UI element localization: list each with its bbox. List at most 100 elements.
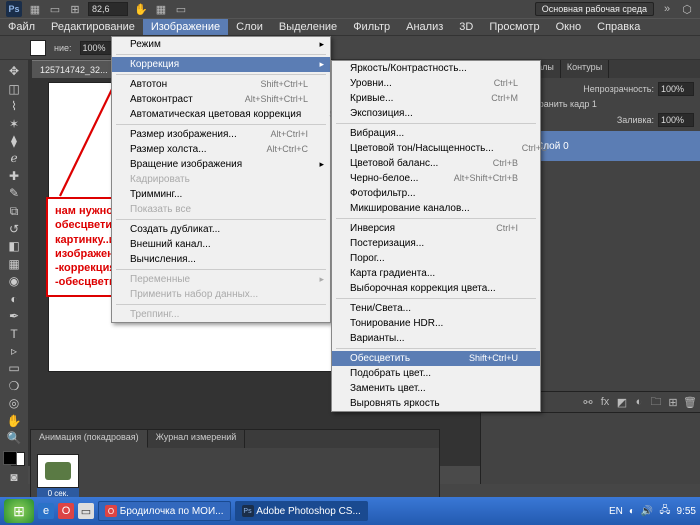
menu-auto-color[interactable]: Автоматическая цветовая коррекцияShift+C… [112,107,330,122]
menu-adjustments[interactable]: Коррекция▸ [112,57,330,72]
adj-hdr-toning[interactable]: Тонирование HDR... [332,316,540,331]
zoom-tool-icon[interactable]: 🔍 [4,431,24,445]
adj-color-balance[interactable]: Цветовой баланс...Ctrl+B [332,156,540,171]
marquee-tool-icon[interactable]: ◫ [4,81,24,95]
quickmask-icon[interactable]: ◙ [4,469,24,483]
menu-variables[interactable]: Переменные▸ [112,272,330,287]
adj-posterize[interactable]: Постеризация... [332,236,540,251]
arrange-icon[interactable]: ▦ [154,2,168,16]
fg-swatch[interactable] [30,40,46,56]
wand-tool-icon[interactable]: ✶ [4,116,24,130]
hand-icon[interactable]: ✋ [134,2,148,16]
cslive-icon[interactable]: ⬡ [680,2,694,16]
dodge-tool-icon[interactable]: ◐ [4,291,24,305]
adj-invert[interactable]: ИнверсияCtrl+I [332,221,540,236]
menu-calculations[interactable]: Вычисления... [112,252,330,267]
menu-help[interactable]: Справка [589,19,648,35]
tray-volume-icon[interactable]: 🔊 [641,506,653,517]
menu-window[interactable]: Окно [548,19,590,35]
language-indicator[interactable]: EN [609,506,623,517]
menu-trim[interactable]: Тримминг... [112,187,330,202]
adj-shadows-highlights[interactable]: Тени/Света... [332,301,540,316]
hand-tool-icon[interactable]: ✋ [4,414,24,428]
adj-equalize[interactable]: Выровнять яркость [332,396,540,411]
adj-hue[interactable]: Цветовой тон/Насыщенность...Ctrl+U [332,141,540,156]
eraser-tool-icon[interactable]: ◧ [4,239,24,253]
link-layers-icon[interactable]: ⚯ [581,395,595,409]
animation-frame[interactable]: 0 сек. [37,454,79,499]
adj-replace-color[interactable]: Заменить цвет... [332,381,540,396]
clock[interactable]: 9:55 [677,506,696,517]
adj-threshold[interactable]: Порог... [332,251,540,266]
layer-opacity-field[interactable]: 100% [658,82,694,96]
menu-duplicate[interactable]: Создать дубликат... [112,222,330,237]
taskbar-button-opera[interactable]: O Бродилочка по МОИ... [98,501,231,521]
menu-view[interactable]: Просмотр [481,19,547,35]
adj-photo-filter[interactable]: Фотофильтр... [332,186,540,201]
taskbar-button-photoshop[interactable]: Ps Adobe Photoshop CS... [235,501,368,521]
layer-fill-field[interactable]: 100% [658,113,694,127]
tray-icon[interactable]: ◐ [629,506,635,517]
quick-launch-icon-2[interactable]: ▭ [78,503,94,519]
tray-network-icon[interactable]: 🖧 [659,503,670,520]
document-tab[interactable]: 125714742_32... [32,60,116,78]
adj-channel-mixer[interactable]: Микширование каналов... [332,201,540,216]
adj-gradient-map[interactable]: Карта градиента... [332,266,540,281]
paths-panel-tab[interactable]: Контуры [561,60,609,78]
adj-variations[interactable]: Варианты... [332,331,540,346]
menu-reveal-all[interactable]: Показать все [112,202,330,217]
menu-select[interactable]: Выделение [271,19,345,35]
brush-tool-icon[interactable]: ✎ [4,186,24,200]
adjustment-layer-icon[interactable]: ◐ [632,395,646,409]
path-tool-icon[interactable]: ▹ [4,344,24,358]
layer-style-icon[interactable]: fx [598,395,612,409]
menu-analysis[interactable]: Анализ [398,19,451,35]
menu-image[interactable]: Изображение [143,19,228,35]
delete-layer-icon[interactable]: 🗑 [683,395,697,409]
camera-tool-icon[interactable]: ◎ [4,396,24,410]
fg-bg-swatch[interactable] [3,451,25,467]
menu-auto-tone[interactable]: АвтотонShift+Ctrl+L [112,77,330,92]
measurement-log-tab[interactable]: Журнал измерений [148,430,246,448]
menu-mode[interactable]: Режим▸ [112,37,330,52]
shape-tool-icon[interactable]: ▭ [4,361,24,375]
new-layer-icon[interactable]: ⊞ [666,395,680,409]
start-button[interactable]: ⊞ [4,499,34,523]
adj-match-color[interactable]: Подобрать цвет... [332,366,540,381]
stamp-tool-icon[interactable]: ⧉ [4,204,24,219]
eyedropper-tool-icon[interactable]: ℯ [4,151,24,165]
menu-edit[interactable]: Редактирование [43,19,143,35]
history-brush-icon[interactable]: ↺ [4,222,24,236]
lasso-tool-icon[interactable]: ⌇ [4,99,24,113]
menu-file[interactable]: Файл [0,19,43,35]
adj-brightness[interactable]: Яркость/Контрастность... [332,61,540,76]
workspace-button[interactable]: Основная рабочая среда [535,2,654,16]
opera-icon[interactable]: O [58,503,74,519]
animation-tab[interactable]: Анимация (покадровая) [31,430,148,448]
menu-trapping[interactable]: Треппинг... [112,307,330,322]
menu-canvas-size[interactable]: Размер холста...Alt+Ctrl+C [112,142,330,157]
minibridge-icon[interactable]: ▭ [48,2,62,16]
crop-tool-icon[interactable]: ⧫ [4,134,24,148]
adj-selective-color[interactable]: Выборочная коррекция цвета... [332,281,540,296]
viewextras-icon[interactable]: ⊞ [68,2,82,16]
menu-crop[interactable]: Кадрировать [112,172,330,187]
adj-black-white[interactable]: Черно-белое...Alt+Shift+Ctrl+B [332,171,540,186]
menu-image-rotation[interactable]: Вращение изображения▸ [112,157,330,172]
menu-auto-contrast[interactable]: АвтоконтрастAlt+Shift+Ctrl+L [112,92,330,107]
menu-image-size[interactable]: Размер изображения...Alt+Ctrl+I [112,127,330,142]
group-icon[interactable]: 🗀 [649,395,663,409]
3d-tool-icon[interactable]: ❍ [4,379,24,393]
blur-tool-icon[interactable]: ◉ [4,274,24,288]
healing-tool-icon[interactable]: ✚ [4,169,24,183]
zoom-field[interactable]: 82,6 [88,2,128,16]
adj-curves[interactable]: Кривые...Ctrl+M [332,91,540,106]
adj-vibrance[interactable]: Вибрация... [332,126,540,141]
adj-desaturate[interactable]: ОбесцветитьShift+Ctrl+U [332,351,540,366]
gradient-tool-icon[interactable]: ▦ [4,257,24,271]
type-tool-icon[interactable]: T [4,326,24,340]
menu-3d[interactable]: 3D [451,19,481,35]
move-tool-icon[interactable]: ✥ [4,64,24,78]
workspace-more-icon[interactable]: » [660,2,674,16]
bridge-icon[interactable]: ▦ [28,2,42,16]
